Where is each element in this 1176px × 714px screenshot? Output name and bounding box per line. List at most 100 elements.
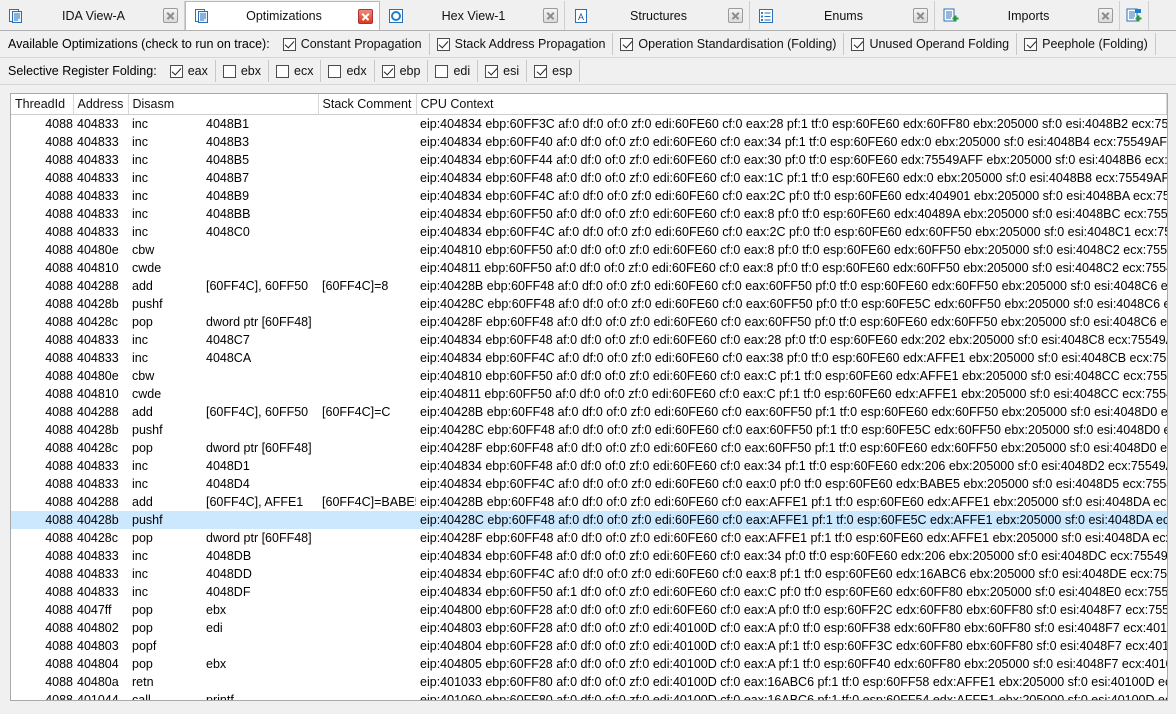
tab-optimizations[interactable]: Optimizations — [185, 1, 380, 30]
cell-operands — [202, 673, 318, 691]
close-icon[interactable] — [358, 8, 373, 24]
table-row[interactable]: 4088 404803 popf eip:404804 ebp:60FF28 af:0… — [11, 637, 1166, 655]
table-row[interactable]: 4088 404833 inc 4048DF eip:404834 ebp:60FF50… — [11, 583, 1166, 601]
table-row[interactable]: 4088 404833 inc 4048B7 eip:404834 ebp:60FF48… — [11, 169, 1166, 187]
cell-stack-comment — [318, 295, 416, 313]
close-icon[interactable] — [728, 8, 743, 23]
table-row[interactable]: 4088 40428b pushf eip:40428C ebp:60FF48 af:… — [11, 295, 1166, 313]
checkbox-icon[interactable] — [169, 64, 183, 78]
table-row[interactable]: 4088 404833 inc 4048D1 eip:404834 ebp:60FF48… — [11, 457, 1166, 475]
checkbox-icon[interactable] — [851, 37, 865, 51]
cell-threadid: 4088 — [45, 693, 73, 701]
table-row[interactable]: 4088 404288 add [60FF4C], 60FF50 [60FF4C]=8 e… — [11, 277, 1166, 295]
cell-operands: 4048C7 — [206, 333, 250, 347]
cell-cpu-context: eip:40428F ebp:60FF48 af:0 df:0 of:0 zf:… — [420, 441, 1167, 455]
optimization-operation-standardisation-folding[interactable]: Operation Standardisation (Folding) — [613, 33, 845, 55]
table-row[interactable]: 4088 404833 inc 4048D4 eip:404834 ebp:60FF4C… — [11, 475, 1166, 493]
cell-stack-comment — [318, 601, 416, 619]
table-row[interactable]: 4088 40480e cbw eip:404810 ebp:60FF50 af:0 … — [11, 367, 1166, 385]
cell-cpu-context: eip:404811 ebp:60FF50 af:0 df:0 of:0 zf:… — [420, 387, 1167, 401]
cell-stack-comment — [318, 619, 416, 637]
cell-stack-comment — [318, 349, 416, 367]
tab-structures[interactable]: A Structures — [565, 1, 750, 30]
table-row[interactable]: 4088 404833 inc 4048CA eip:404834 ebp:60FF4C… — [11, 349, 1166, 367]
table-row[interactable]: 4088 40428c pop dword ptr [60FF48] eip:40428… — [11, 529, 1166, 547]
table-row[interactable]: 4088 40480a retn eip:401033 ebp:60FF80 af:0… — [11, 673, 1166, 691]
column-header-stack-comment[interactable]: Stack Comment — [318, 94, 417, 115]
register-eax[interactable]: eax — [163, 60, 216, 82]
optimization-stack-address-propagation[interactable]: Stack Address Propagation — [430, 33, 614, 55]
table-row[interactable]: 4088 404288 add [60FF4C], AFFE1 [60FF4C]=BAB… — [11, 493, 1166, 511]
table-row[interactable]: 4088 404288 add [60FF4C], 60FF50 [60FF4C]=C e… — [11, 403, 1166, 421]
checkbox-icon[interactable] — [222, 64, 236, 78]
tab-overflow-item[interactable] — [1120, 1, 1149, 30]
table-row[interactable]: 4088 404833 inc 4048B3 eip:404834 ebp:60FF40… — [11, 133, 1166, 151]
close-icon[interactable] — [163, 8, 178, 23]
cell-threadid: 4088 — [45, 477, 73, 491]
optimization-constant-propagation[interactable]: Constant Propagation — [276, 33, 430, 55]
register-ebx[interactable]: ebx — [216, 60, 269, 82]
optimization-peephole-folding[interactable]: Peephole (Folding) — [1017, 33, 1156, 55]
column-header-disasm[interactable]: Disasm — [128, 94, 319, 115]
tab-ida-view-a[interactable]: IDA View-A — [0, 1, 185, 30]
cell-stack-comment — [318, 367, 416, 385]
cell-threadid: 4088 — [45, 603, 73, 617]
table-row[interactable]: 4088 40428c pop dword ptr [60FF48] eip:40428… — [11, 439, 1167, 457]
column-header-cpu-context[interactable]: CPU Context — [416, 94, 1167, 115]
close-icon[interactable] — [913, 8, 928, 23]
register-edx[interactable]: edx — [321, 60, 375, 82]
table-row[interactable]: 4088 404833 inc 4048C7 eip:404834 ebp:60FF48… — [11, 331, 1166, 349]
checkbox-icon[interactable] — [282, 37, 296, 51]
checkbox-icon[interactable] — [276, 64, 289, 78]
tab-hex-view-1[interactable]: Hex View-1 — [380, 1, 565, 30]
table-row[interactable]: 4088 404833 inc 4048B9 eip:404834 ebp:60FF4C… — [11, 187, 1166, 205]
cell-threadid: 4088 — [45, 621, 73, 635]
table-row[interactable]: 4088 40428b pushf eip:40428C ebp:60FF48 af:… — [11, 511, 1167, 529]
checkbox-icon[interactable] — [435, 64, 449, 78]
structures-a-icon: A — [573, 8, 589, 24]
checkbox-icon[interactable] — [534, 64, 548, 78]
tab-imports[interactable]: Imports — [935, 1, 1120, 30]
cell-threadid: 4088 — [45, 657, 73, 671]
table-row[interactable]: 4088 404833 inc 4048C0 eip:404834 ebp:60FF4C… — [11, 223, 1166, 241]
checkbox-icon[interactable] — [381, 64, 395, 78]
table-row[interactable]: 4088 404833 inc 4048DD eip:404834 ebp:60FF4C… — [11, 565, 1166, 583]
table-row[interactable]: 4088 4047ff pop ebx eip:404800 ebp:60FF28 af… — [11, 601, 1166, 619]
checkbox-icon[interactable] — [1024, 37, 1038, 51]
table-row[interactable]: 4088 404833 inc 4048B1 eip:404834 ebp:60FF3C… — [11, 115, 1166, 134]
table-row[interactable]: 4088 404833 inc 4048B5 eip:404834 ebp:60FF44… — [11, 151, 1166, 169]
table-row[interactable]: 4088 40428c pop dword ptr [60FF48] eip:40428… — [11, 313, 1166, 331]
cell-threadid: 4088 — [45, 567, 73, 581]
table-row[interactable]: 4088 404833 inc 4048DB eip:404834 ebp:60FF48… — [11, 547, 1166, 565]
column-header-address[interactable]: Address — [73, 94, 129, 115]
table-row[interactable]: 4088 404810 cwde eip:404811 ebp:60FF50 af:0… — [11, 385, 1167, 403]
trace-table-container[interactable]: ThreadId Address Disasm Stack Comment CP… — [10, 93, 1168, 701]
table-row[interactable]: 4088 401044 call printf eip:401060 ebp:60FF8… — [11, 691, 1166, 701]
table-row[interactable]: 4088 404810 cwde eip:404811 ebp:60FF50 af:0… — [11, 259, 1166, 277]
tab-enums[interactable]: Enums — [750, 1, 935, 30]
register-edi[interactable]: edi — [428, 60, 479, 82]
cell-address: 404833 — [77, 225, 119, 239]
cell-operands — [202, 511, 319, 529]
table-row[interactable]: 4088 404802 pop edi eip:404803 ebp:60FF28 af… — [11, 619, 1166, 637]
exports-plus-icon — [1126, 8, 1142, 24]
cell-stack-comment — [318, 115, 416, 134]
close-icon[interactable] — [543, 8, 558, 23]
column-header-threadid[interactable]: ThreadId — [11, 94, 74, 115]
checkbox-icon[interactable] — [485, 64, 499, 78]
tab-label: Imports — [1007, 8, 1050, 23]
close-icon[interactable] — [1098, 8, 1113, 23]
table-row[interactable]: 4088 40480e cbw eip:404810 ebp:60FF50 af:0 … — [11, 241, 1166, 259]
register-esi[interactable]: esi — [478, 60, 528, 82]
table-row[interactable]: 4088 404804 pop ebx eip:404805 ebp:60FF28 af… — [11, 655, 1166, 673]
table-row[interactable]: 4088 404833 inc 4048BB eip:404834 ebp:60FF50… — [11, 205, 1166, 223]
checkbox-icon[interactable] — [436, 37, 450, 51]
checkbox-icon[interactable] — [328, 64, 342, 78]
table-row[interactable]: 4088 40428b pushf eip:40428C ebp:60FF48 af:… — [11, 421, 1166, 439]
checkbox-icon[interactable] — [620, 37, 634, 51]
register-ecx[interactable]: ecx — [269, 60, 322, 82]
cell-address: 40480e — [77, 369, 119, 383]
optimization-unused-operand-folding[interactable]: Unused Operand Folding — [844, 33, 1018, 55]
register-ebp[interactable]: ebp — [375, 60, 429, 82]
register-esp[interactable]: esp — [527, 60, 581, 82]
